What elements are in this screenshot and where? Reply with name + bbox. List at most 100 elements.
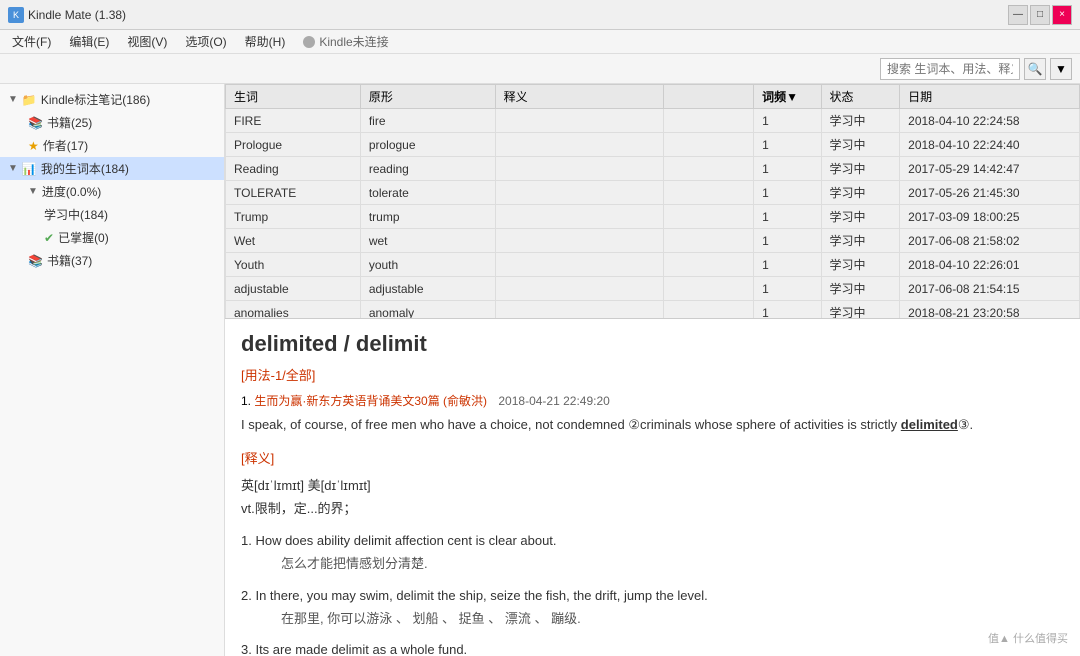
check-icon: ✔ — [44, 231, 54, 245]
cell-extra — [664, 109, 754, 133]
table-row[interactable]: TOLERATE tolerate 1 学习中 2017-05-26 21:45… — [226, 181, 1080, 205]
title-bar-controls[interactable]: — □ × — [1008, 5, 1072, 25]
search-box: 🔍 ▼ — [880, 58, 1072, 80]
search-input[interactable] — [880, 58, 1020, 80]
cell-extra — [664, 133, 754, 157]
main-layout: ▼ 📁 Kindle标注笔记(186) 📚 书籍(25) ★ 作者(17) ▼ … — [0, 84, 1080, 656]
definition-section-title: [释义] — [241, 448, 1064, 467]
table-row[interactable]: Reading reading 1 学习中 2017-05-29 14:42:4… — [226, 157, 1080, 181]
toolbar: 🔍 ▼ — [0, 54, 1080, 84]
cell-meaning — [495, 133, 664, 157]
sidebar-item-vocab[interactable]: ▼ 📊 我的生词本(184) — [0, 157, 224, 180]
sidebar-item-learning[interactable]: 学习中(184) — [0, 203, 224, 226]
pos-definition: vt.限制，定...的界； — [241, 498, 1064, 517]
minimize-button[interactable]: — — [1008, 5, 1028, 25]
col-word[interactable]: 生词 — [226, 85, 361, 109]
sidebar-item-books[interactable]: 📚 书籍(25) — [0, 111, 224, 134]
usage-sentence-text: I speak, of course, of free men who have… — [241, 417, 901, 432]
cell-word: Prologue — [226, 133, 361, 157]
app-title: Kindle Mate (1.38) — [28, 8, 126, 22]
example-en: 2. In there, you may swim, delimit the s… — [241, 588, 708, 603]
cell-word: Wet — [226, 229, 361, 253]
cell-date: 2018-04-10 22:24:40 — [900, 133, 1080, 157]
table-row[interactable]: adjustable adjustable 1 学习中 2017-06-08 2… — [226, 277, 1080, 301]
sidebar-authors-label: 作者(17) — [43, 137, 88, 154]
cell-word: Trump — [226, 205, 361, 229]
sidebar: ▼ 📁 Kindle标注笔记(186) 📚 书籍(25) ★ 作者(17) ▼ … — [0, 84, 225, 656]
table-row[interactable]: FIRE fire 1 学习中 2018-04-10 22:24:58 — [226, 109, 1080, 133]
cell-status: 学习中 — [821, 301, 900, 320]
table-row[interactable]: Prologue prologue 1 学习中 2018-04-10 22:24… — [226, 133, 1080, 157]
cell-meaning — [495, 109, 664, 133]
sidebar-item-progress[interactable]: ▼ 进度(0.0%) — [0, 180, 224, 203]
cell-freq: 1 — [754, 229, 821, 253]
sidebar-item-notes[interactable]: ▼ 📁 Kindle标注笔记(186) — [0, 88, 224, 111]
cell-extra — [664, 157, 754, 181]
sidebar-item-authors[interactable]: ★ 作者(17) — [0, 134, 224, 157]
close-button[interactable]: × — [1052, 5, 1072, 25]
cell-extra — [664, 181, 754, 205]
cell-base: anomaly — [360, 301, 495, 320]
example-item: 3. Its are made delimit as a whole fund.… — [241, 638, 1064, 656]
cell-meaning — [495, 181, 664, 205]
usage-source-link[interactable]: 生而为赢·新东方英语背诵美文30篇 (俞敏洪) — [254, 394, 487, 408]
col-meaning[interactable]: 释义 — [495, 85, 664, 109]
star-icon: ★ — [28, 139, 39, 153]
menu-view[interactable]: 视图(V) — [119, 31, 175, 52]
usage-number: 1. — [241, 394, 251, 408]
sidebar-books-label: 书籍(25) — [47, 114, 92, 131]
sidebar-item-books2[interactable]: 📚 书籍(37) — [0, 249, 224, 272]
cell-freq: 1 — [754, 277, 821, 301]
cell-freq: 1 — [754, 109, 821, 133]
col-date[interactable]: 日期 — [900, 85, 1080, 109]
table-row[interactable]: Wet wet 1 学习中 2017-06-08 21:58:02 — [226, 229, 1080, 253]
table-row[interactable]: anomalies anomaly 1 学习中 2018-08-21 23:20… — [226, 301, 1080, 320]
sidebar-learning-label: 学习中(184) — [44, 206, 108, 223]
menu-file[interactable]: 文件(F) — [4, 31, 59, 52]
table-row[interactable]: Youth youth 1 学习中 2018-04-10 22:26:01 — [226, 253, 1080, 277]
detail-panel: delimited / delimit [用法-1/全部] 1. 生而为赢·新东… — [225, 319, 1080, 656]
menu-help[interactable]: 帮助(H) — [237, 31, 294, 52]
usage-date: 2018-04-21 22:49:20 — [498, 394, 609, 408]
cell-base: trump — [360, 205, 495, 229]
example-cn: 怎么才能把情感划分清楚. — [281, 552, 1064, 575]
book-icon-2: 📚 — [28, 254, 43, 268]
example-cn: 在那里, 你可以游泳 、 划船 、 捉鱼 、 漂流 、 蹦级. — [281, 607, 1064, 630]
usage-highlight: delimited — [901, 417, 958, 432]
cell-freq: 1 — [754, 253, 821, 277]
sidebar-vocab-label: 我的生词本(184) — [41, 160, 129, 177]
cell-date: 2017-06-08 21:54:15 — [900, 277, 1080, 301]
detail-word: delimited / delimit — [241, 331, 1064, 357]
maximize-button[interactable]: □ — [1030, 5, 1050, 25]
kindle-status: Kindle未连接 — [303, 33, 388, 50]
col-freq[interactable]: 词频▼ — [754, 85, 821, 109]
title-bar-left: K Kindle Mate (1.38) — [8, 7, 126, 23]
cell-base: adjustable — [360, 277, 495, 301]
cell-date: 2017-06-08 21:58:02 — [900, 229, 1080, 253]
cell-status: 学习中 — [821, 109, 900, 133]
col-extra[interactable] — [664, 85, 754, 109]
cell-base: tolerate — [360, 181, 495, 205]
cell-status: 学习中 — [821, 277, 900, 301]
col-status[interactable]: 状态 — [821, 85, 900, 109]
cell-word: Reading — [226, 157, 361, 181]
search-options-button[interactable]: ▼ — [1050, 58, 1072, 80]
sidebar-item-mastered[interactable]: ✔ 已掌握(0) — [0, 226, 224, 249]
cell-freq: 1 — [754, 301, 821, 320]
watermark: 值▲ 什么值得买 — [984, 628, 1072, 648]
menu-edit[interactable]: 编辑(E) — [61, 31, 117, 52]
title-bar: K Kindle Mate (1.38) — □ × — [0, 0, 1080, 30]
menu-options[interactable]: 选项(O) — [177, 31, 234, 52]
word-list[interactable]: 生词 原形 释义 词频▼ 状态 日期 FIRE fire 1 学习中 2018-… — [225, 84, 1080, 319]
example-en: 3. Its are made delimit as a whole fund. — [241, 642, 467, 656]
content-area: 生词 原形 释义 词频▼ 状态 日期 FIRE fire 1 学习中 2018-… — [225, 84, 1080, 656]
cell-extra — [664, 277, 754, 301]
table-row[interactable]: Trump trump 1 学习中 2017-03-09 18:00:25 — [226, 205, 1080, 229]
book-icon: 📚 — [28, 116, 43, 130]
cell-word: Youth — [226, 253, 361, 277]
cell-extra — [664, 205, 754, 229]
expand-icon-2: ▼ — [8, 163, 18, 174]
cell-date: 2018-04-10 22:24:58 — [900, 109, 1080, 133]
col-base[interactable]: 原形 — [360, 85, 495, 109]
search-button[interactable]: 🔍 — [1024, 58, 1046, 80]
